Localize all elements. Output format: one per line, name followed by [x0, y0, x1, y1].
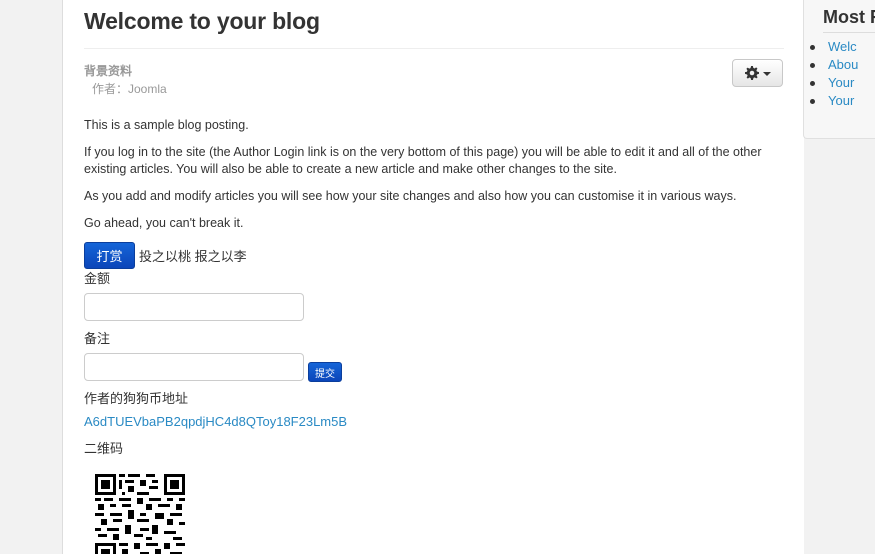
sidebar-item: Abou [809, 56, 858, 74]
title-divider [84, 48, 784, 49]
gear-icon [745, 66, 759, 80]
reward-button[interactable]: 打赏 [84, 242, 135, 269]
article: Welcome to your blog 背景资料 作者：Joomla This… [84, 0, 784, 554]
article-author: 作者：Joomla [92, 82, 167, 96]
sidebar-item: Welc [809, 38, 858, 56]
main-content: Welcome to your blog 背景资料 作者：Joomla This… [62, 0, 804, 554]
qr-code [95, 474, 185, 554]
sidebar-item-link-4[interactable]: Your [828, 93, 854, 108]
sidebar-title: Most R [823, 7, 875, 27]
article-title: Welcome to your blog [84, 8, 320, 34]
qr-code-label: 二维码 [84, 441, 124, 456]
reward-slogan: 投之以桃 报之以李 [139, 249, 247, 264]
article-category: 背景资料 [84, 64, 133, 78]
note-input[interactable] [84, 353, 304, 381]
article-paragraph-1: This is a sample blog posting. [84, 118, 249, 132]
sidebar-list: Welc Abou Your Your [809, 38, 858, 110]
article-paragraph-3: As you add and modify articles you will … [84, 189, 737, 203]
submit-button[interactable]: 提交 [308, 362, 342, 382]
wallet-address-label: 作者的狗狗币地址 [84, 391, 189, 406]
sidebar-item-link-3[interactable]: Your [828, 75, 854, 90]
reward-row: 打赏 投之以桃 报之以李 [84, 242, 247, 269]
sidebar-item: Your [809, 74, 858, 92]
note-label: 备注 [84, 331, 111, 346]
amount-input[interactable] [84, 293, 304, 321]
sidebar-item-link-1[interactable]: Welc [828, 39, 857, 54]
most-read-sidebar: Most R Welc Abou Your Your [803, 0, 875, 139]
wallet-address-link[interactable]: A6dTUEVbaPB2qpdjHC4d8QToy18F23Lm5B [84, 414, 347, 430]
page: Welcome to your blog 背景资料 作者：Joomla This… [0, 0, 875, 554]
amount-label: 金额 [84, 271, 111, 286]
article-tools-button[interactable] [732, 59, 783, 87]
sidebar-item: Your [809, 92, 858, 110]
caret-down-icon [763, 72, 771, 76]
article-paragraph-2: If you log in to the site (the Author Lo… [84, 145, 762, 176]
article-body: This is a sample blog posting. If you lo… [84, 117, 784, 242]
sidebar-divider [823, 32, 875, 33]
sidebar-item-link-2[interactable]: Abou [828, 57, 858, 72]
article-paragraph-4: Go ahead, you can't break it. [84, 216, 244, 230]
